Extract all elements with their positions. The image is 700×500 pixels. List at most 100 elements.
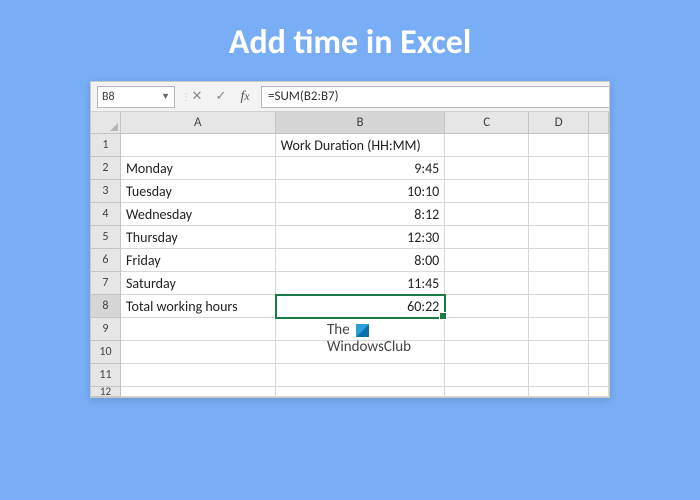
cell-d9[interactable]	[529, 318, 589, 341]
cell-b1[interactable]: Work Duration (HH:MM)	[276, 134, 446, 157]
cell-c3[interactable]	[445, 180, 529, 203]
cell-d5[interactable]	[529, 226, 589, 249]
cell-b4[interactable]: 8:12	[276, 203, 446, 226]
cell-c12[interactable]	[445, 387, 529, 397]
cell-b2[interactable]: 9:45	[276, 157, 446, 180]
cell-d4[interactable]	[529, 203, 589, 226]
row-header[interactable]: 10	[91, 341, 121, 364]
cell-b10[interactable]	[276, 341, 446, 364]
cell-b3[interactable]: 10:10	[276, 180, 446, 203]
row-8: 8 Total working hours 60:22	[91, 295, 609, 318]
row-header[interactable]: 3	[91, 180, 121, 203]
cell-d12[interactable]	[529, 387, 589, 397]
cell-d7[interactable]	[529, 272, 589, 295]
cell-c4[interactable]	[445, 203, 529, 226]
cancel-icon[interactable]: ✕	[185, 86, 209, 108]
cell-a5[interactable]: Thursday	[121, 226, 276, 249]
row-header[interactable]: 4	[91, 203, 121, 226]
cell-c5[interactable]	[445, 226, 529, 249]
cell-d11[interactable]	[529, 364, 589, 387]
col-header-c[interactable]: C	[445, 112, 529, 134]
row-header[interactable]: 1	[91, 134, 121, 157]
row-header[interactable]: 12	[91, 387, 121, 397]
row-3: 3 Tuesday 10:10	[91, 180, 609, 203]
cell-d1[interactable]	[529, 134, 589, 157]
cell-a6[interactable]: Friday	[121, 249, 276, 272]
cell-e5[interactable]	[589, 226, 609, 249]
name-box[interactable]: B8 ▼	[97, 86, 175, 108]
cell-c1[interactable]	[445, 134, 529, 157]
cell-a2[interactable]: Monday	[121, 157, 276, 180]
cell-e4[interactable]	[589, 203, 609, 226]
cell-a11[interactable]	[121, 364, 276, 387]
cell-d10[interactable]	[529, 341, 589, 364]
row-header[interactable]: 5	[91, 226, 121, 249]
cell-b12[interactable]	[276, 387, 446, 397]
row-2: 2 Monday 9:45	[91, 157, 609, 180]
cell-b11[interactable]	[276, 364, 446, 387]
cell-e8[interactable]	[589, 295, 609, 318]
row-header[interactable]: 6	[91, 249, 121, 272]
cell-e12[interactable]	[589, 387, 609, 397]
cell-a9[interactable]	[121, 318, 276, 341]
cell-a10[interactable]	[121, 341, 276, 364]
cell-d3[interactable]	[529, 180, 589, 203]
row-7: 7 Saturday 11:45	[91, 272, 609, 295]
cell-b6[interactable]: 8:00	[276, 249, 446, 272]
select-all-corner[interactable]	[91, 112, 121, 134]
formula-bar: B8 ▼ ⋮ ✕ ✓ fx =SUM(B2:B7)	[91, 82, 609, 112]
cell-c11[interactable]	[445, 364, 529, 387]
col-header-a[interactable]: A	[121, 112, 276, 134]
column-headers: A B C D	[91, 112, 609, 134]
cell-b9[interactable]	[276, 318, 446, 341]
row-header[interactable]: 9	[91, 318, 121, 341]
row-header[interactable]: 2	[91, 157, 121, 180]
col-header-b[interactable]: B	[276, 112, 446, 134]
col-header-d[interactable]: D	[529, 112, 589, 134]
cell-a4[interactable]: Wednesday	[121, 203, 276, 226]
cell-a8[interactable]: Total working hours	[121, 295, 276, 318]
row-header[interactable]: 8	[91, 295, 121, 318]
row-12: 12	[91, 387, 609, 397]
spreadsheet-grid: A B C D 1 Work Duration (HH:MM) 2 Monday…	[91, 112, 609, 397]
cell-c7[interactable]	[445, 272, 529, 295]
cell-e7[interactable]	[589, 272, 609, 295]
cell-b7[interactable]: 11:45	[276, 272, 446, 295]
cell-c2[interactable]	[445, 157, 529, 180]
row-9: 9	[91, 318, 609, 341]
row-5: 5 Thursday 12:30	[91, 226, 609, 249]
cell-c10[interactable]	[445, 341, 529, 364]
cell-a12[interactable]	[121, 387, 276, 397]
cell-e6[interactable]	[589, 249, 609, 272]
cell-d2[interactable]	[529, 157, 589, 180]
formula-input[interactable]: =SUM(B2:B7)	[261, 86, 609, 108]
cell-e1[interactable]	[589, 134, 609, 157]
excel-window: B8 ▼ ⋮ ✕ ✓ fx =SUM(B2:B7) A B C D 1 Work…	[90, 81, 610, 398]
row-header[interactable]: 11	[91, 364, 121, 387]
row-4: 4 Wednesday 8:12	[91, 203, 609, 226]
formula-text: =SUM(B2:B7)	[268, 89, 339, 104]
cell-e9[interactable]	[589, 318, 609, 341]
cell-a1[interactable]	[121, 134, 276, 157]
cell-e11[interactable]	[589, 364, 609, 387]
row-header[interactable]: 7	[91, 272, 121, 295]
chevron-down-icon[interactable]: ▼	[161, 91, 170, 102]
cell-b5[interactable]: 12:30	[276, 226, 446, 249]
cell-e2[interactable]	[589, 157, 609, 180]
enter-icon[interactable]: ✓	[209, 86, 233, 108]
cell-d6[interactable]	[529, 249, 589, 272]
cell-a7[interactable]: Saturday	[121, 272, 276, 295]
cell-e3[interactable]	[589, 180, 609, 203]
col-header-e[interactable]	[589, 112, 609, 134]
cell-c9[interactable]	[445, 318, 529, 341]
page-title: Add time in Excel	[229, 22, 472, 63]
cell-a3[interactable]: Tuesday	[121, 180, 276, 203]
cell-b8[interactable]: 60:22	[276, 295, 446, 318]
cell-c8[interactable]	[445, 295, 529, 318]
row-10: 10	[91, 341, 609, 364]
fx-icon[interactable]: fx	[233, 86, 257, 108]
cell-d8[interactable]	[529, 295, 589, 318]
row-6: 6 Friday 8:00	[91, 249, 609, 272]
cell-e10[interactable]	[589, 341, 609, 364]
cell-c6[interactable]	[445, 249, 529, 272]
